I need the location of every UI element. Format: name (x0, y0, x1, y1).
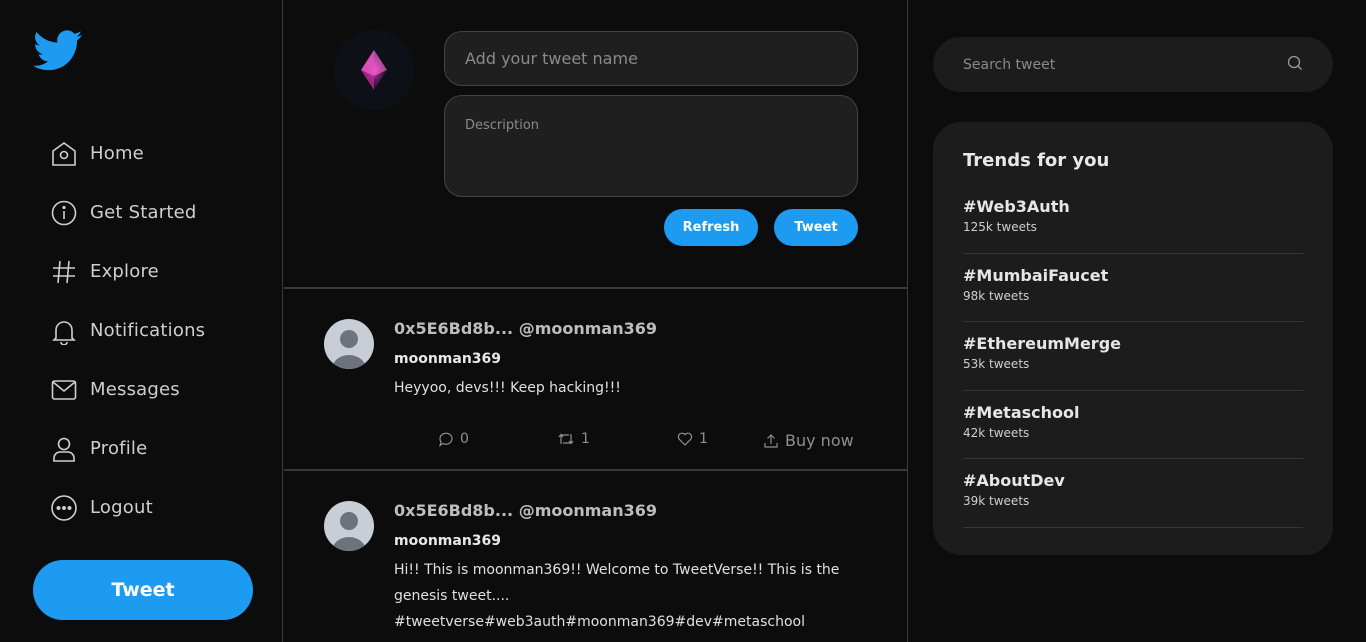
trends-panel: Trends for you #Web3Auth 125k tweets #Mu… (933, 122, 1333, 555)
sidebar: Home Get Started Explore Notifications M… (0, 0, 283, 642)
like-button[interactable]: 1 (677, 431, 708, 447)
refresh-button[interactable]: Refresh (664, 209, 758, 246)
tweet-composer: Refresh Tweet (284, 0, 907, 289)
sidebar-nav: Home Get Started Explore Notifications M… (50, 124, 205, 537)
tweet-title: moonman369 (394, 533, 502, 549)
search-input[interactable] (963, 56, 1287, 73)
avatar[interactable] (324, 319, 374, 369)
sidebar-item-label: Profile (90, 438, 148, 459)
hashtag-icon (50, 258, 78, 286)
tweet-card: 0x5E6Bd8b... @moonman369 moonman369 Heyy… (284, 289, 907, 471)
ethereum-crystal-icon (361, 50, 387, 90)
comment-button[interactable]: 0 (438, 431, 469, 447)
trend-count: 42k tweets (963, 425, 1030, 440)
sidebar-item-notifications[interactable]: Notifications (50, 301, 205, 360)
trend-item[interactable]: #Web3Auth 125k tweets (963, 185, 1303, 254)
comment-count: 0 (460, 431, 469, 447)
sidebar-item-home[interactable]: Home (50, 124, 205, 183)
sidebar-item-label: Logout (90, 497, 153, 518)
mail-icon (50, 376, 78, 404)
description-field[interactable] (444, 95, 858, 197)
buy-now-button[interactable]: Buy now (763, 431, 854, 450)
trend-count: 98k tweets (963, 288, 1030, 303)
buy-now-label: Buy now (785, 431, 854, 450)
trend-count: 125k tweets (963, 220, 1037, 234)
sidebar-item-label: Notifications (90, 320, 206, 341)
sidebar-tweet-button[interactable]: Tweet (33, 560, 253, 620)
avatar[interactable] (334, 30, 414, 110)
twitter-bird-icon[interactable] (33, 30, 83, 72)
tweet-button[interactable]: Tweet (774, 209, 858, 246)
tweet-header: 0x5E6Bd8b... @moonman369 (394, 319, 657, 338)
info-icon (50, 199, 78, 227)
wallet-address: 0x5E6Bd8b... (394, 501, 514, 520)
trend-item[interactable]: #EthereumMerge 53k tweets (963, 322, 1303, 391)
tweet-body: Hi!! This is moonman369!! Welcome to Twe… (394, 562, 840, 630)
more-icon (50, 494, 78, 522)
trend-tag: #Web3Auth (963, 197, 1070, 216)
tweet-card: 0x5E6Bd8b... @moonman369 moonman369 Hi!!… (284, 471, 907, 642)
main-feed: Refresh Tweet 0x5E6Bd8b... @moonman369 m… (284, 0, 908, 642)
trend-tag: #AboutDev (963, 471, 1065, 490)
sidebar-item-get-started[interactable]: Get Started (50, 183, 205, 242)
tweet-name-input[interactable] (444, 31, 858, 86)
trends-title: Trends for you (963, 150, 1110, 171)
sidebar-item-messages[interactable]: Messages (50, 360, 205, 419)
bell-icon (50, 317, 78, 345)
user-handle[interactable]: @moonman369 (519, 501, 657, 520)
like-count: 1 (699, 431, 708, 447)
retweet-count: 1 (581, 431, 590, 447)
sidebar-item-label: Messages (90, 379, 180, 400)
sidebar-item-explore[interactable]: Explore (50, 242, 205, 301)
trend-count: 53k tweets (963, 357, 1030, 371)
sidebar-item-profile[interactable]: Profile (50, 419, 205, 478)
sidebar-item-logout[interactable]: Logout (50, 478, 205, 537)
sidebar-item-label: Home (90, 143, 144, 164)
trend-tag: #Metaschool (963, 402, 1080, 422)
search-bar (933, 37, 1333, 92)
trend-item[interactable]: #MumbaiFaucet 98k tweets (963, 254, 1303, 322)
wallet-address: 0x5E6Bd8b... (394, 319, 514, 338)
trend-tag: #MumbaiFaucet (963, 265, 1109, 285)
trend-tag: #EthereumMerge (963, 334, 1121, 353)
retweet-button[interactable]: 1 (557, 431, 590, 447)
sidebar-item-label: Explore (90, 261, 159, 282)
user-icon (50, 435, 78, 463)
trend-count: 39k tweets (963, 494, 1030, 508)
user-handle[interactable]: @moonman369 (519, 319, 657, 338)
sidebar-item-label: Get Started (90, 202, 197, 223)
trend-item[interactable]: #AboutDev 39k tweets (963, 459, 1303, 528)
avatar[interactable] (324, 501, 374, 551)
tweet-header: 0x5E6Bd8b... @moonman369 (394, 501, 657, 520)
tweet-title: moonman369 (394, 351, 502, 367)
home-icon (50, 140, 78, 168)
comment-icon (438, 432, 453, 447)
tweet-body: Heyyoo, devs!!! Keep hacking!!! (394, 380, 621, 396)
trend-item[interactable]: #Metaschool 42k tweets (963, 391, 1303, 459)
share-icon (764, 433, 778, 448)
retweet-icon (558, 433, 574, 445)
tweet-actions: 0 1 1 Buy now (284, 431, 907, 455)
heart-icon (677, 432, 693, 446)
search-icon[interactable] (1287, 55, 1303, 75)
